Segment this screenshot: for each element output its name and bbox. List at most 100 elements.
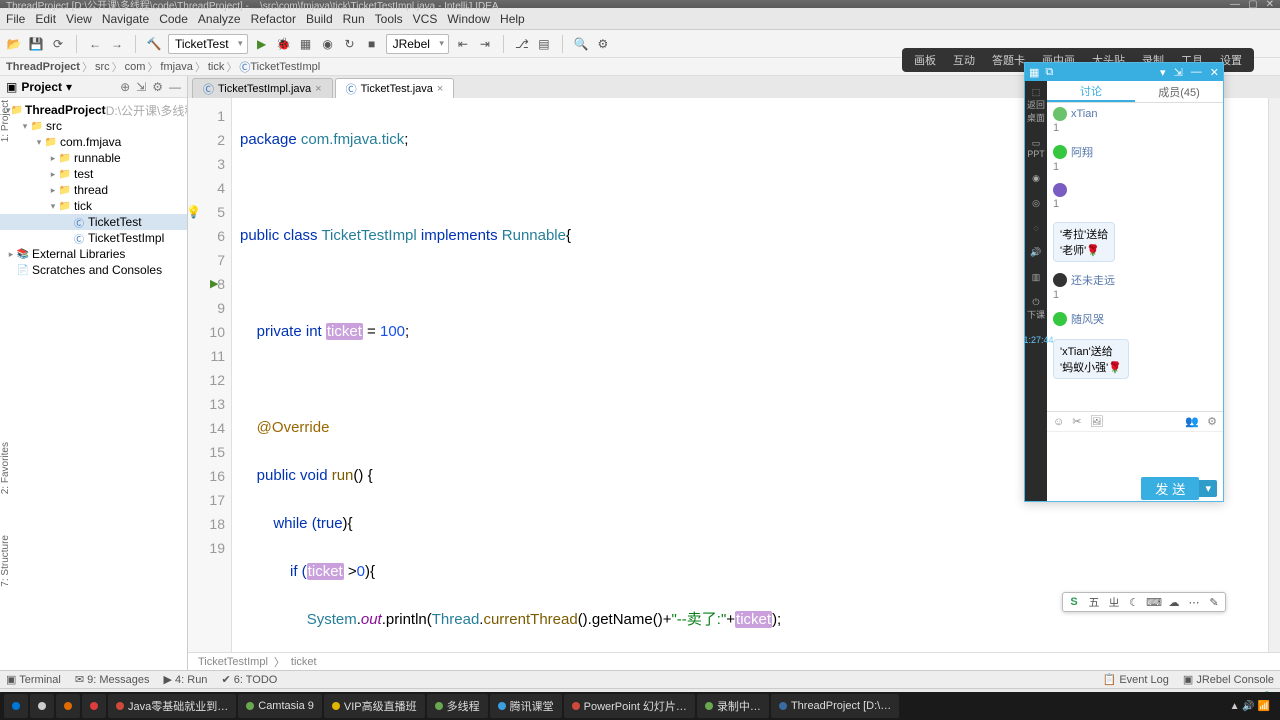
rerun-icon[interactable]: ↻ xyxy=(342,36,358,52)
crumb-4[interactable]: tick xyxy=(208,61,225,73)
tab-ticketTestImpl[interactable]: ⒸTicketTestImpl.java× xyxy=(192,78,333,98)
chat-pin-icon[interactable]: ⇲ xyxy=(1174,66,1183,79)
chat-gear-icon[interactable]: ⚙ xyxy=(1207,415,1217,428)
chat-min-icon[interactable]: ▾ xyxy=(1160,66,1166,79)
ime-moon-icon[interactable]: ☾ xyxy=(1127,595,1141,609)
target-icon[interactable]: ⊕ xyxy=(120,80,130,94)
tab-close-icon[interactable]: × xyxy=(315,83,321,95)
run-config-combo[interactable]: TicketTest xyxy=(168,34,248,54)
bt-terminal[interactable]: ▣ Terminal xyxy=(6,673,61,686)
project-tool-icon[interactable]: ▣ xyxy=(6,80,17,94)
cut-icon[interactable]: ✂ xyxy=(1072,415,1081,428)
chat-input[interactable] xyxy=(1047,431,1223,475)
mb-1[interactable]: 互动 xyxy=(945,49,983,71)
ime-kbd-icon[interactable]: ⌨ xyxy=(1147,595,1161,609)
chat-pop-icon[interactable]: ⧉ xyxy=(1045,66,1053,79)
collapse-icon[interactable]: ⇲ xyxy=(136,80,146,94)
menu-view[interactable]: View xyxy=(66,12,92,26)
taskbar-item[interactable]: 录制中… xyxy=(697,694,769,718)
save-icon[interactable]: 💾 xyxy=(28,36,44,52)
tree-row[interactable]: ▾📁ThreadProject D:\公开课\多线程\code xyxy=(0,102,187,118)
run-icon[interactable]: ▶ xyxy=(254,36,270,52)
ime-punc[interactable]: ㄓ xyxy=(1107,595,1121,609)
taskbar-item[interactable]: VIP高级直播班 xyxy=(324,694,425,718)
taskbar-item[interactable]: 多线程 xyxy=(427,694,488,718)
ime-cloud-icon[interactable]: ☁ xyxy=(1167,595,1181,609)
tree-row[interactable]: ▾📁tick xyxy=(0,198,187,214)
taskbar-item[interactable] xyxy=(56,694,80,718)
chat-messages[interactable]: xTian1阿翔11'考拉'送给'老师'🌹还未走远1随风哭'xTian'送给'蚂… xyxy=(1047,103,1223,411)
chat-tab-discuss[interactable]: 讨论 xyxy=(1047,81,1135,102)
chat-close-icon[interactable]: ✕ xyxy=(1210,66,1219,79)
sync-icon[interactable]: ⟳ xyxy=(50,36,66,52)
bt-messages[interactable]: ✉ 9: Messages xyxy=(75,673,150,686)
tree-row[interactable]: ▸📁test xyxy=(0,166,187,182)
menu-edit[interactable]: Edit xyxy=(35,12,56,26)
crumb-2[interactable]: com xyxy=(125,61,146,73)
menu-file[interactable]: File xyxy=(6,12,25,26)
taskbar-item[interactable]: ThreadProject [D:\… xyxy=(771,694,899,718)
forward-icon[interactable]: → xyxy=(109,36,125,52)
people-icon[interactable]: 👥 xyxy=(1185,415,1199,428)
maximize-icon[interactable]: ▢ xyxy=(1248,0,1257,10)
taskbar-item[interactable] xyxy=(30,694,54,718)
tree-row[interactable]: 📄Scratches and Consoles xyxy=(0,262,187,278)
image-icon[interactable]: 🖼 xyxy=(1089,415,1103,428)
struct-icon[interactable]: ▤ xyxy=(536,36,552,52)
ime-toolbar[interactable]: S 五 ㄓ ☾ ⌨ ☁ ⋯ ✎ xyxy=(1062,592,1226,612)
chat-rail-4[interactable]: ◎ xyxy=(1032,198,1040,209)
chat-tab-members[interactable]: 成员(45) xyxy=(1135,81,1223,102)
project-tree[interactable]: ▾📁ThreadProject D:\公开课\多线程\code▾📁src▾📁co… xyxy=(0,98,187,670)
emoji-icon[interactable]: ☺ xyxy=(1053,416,1064,428)
ime-pen-icon[interactable]: ✎ xyxy=(1207,595,1221,609)
gear-icon[interactable]: ⚙ xyxy=(152,80,163,94)
back-icon[interactable]: ← xyxy=(87,36,103,52)
find-icon[interactable]: 🔍 xyxy=(573,36,589,52)
jr1-icon[interactable]: ⇤ xyxy=(455,36,471,52)
editor-scrollbar[interactable] xyxy=(1268,98,1280,652)
crumb-3[interactable]: fmjava xyxy=(160,61,192,73)
ime-more-icon[interactable]: ⋯ xyxy=(1187,595,1201,609)
menu-refactor[interactable]: Refactor xyxy=(251,12,296,26)
tree-row[interactable]: ⒸTicketTestImpl xyxy=(0,230,187,246)
tree-row[interactable]: ▾📁com.fmjava xyxy=(0,134,187,150)
line-gutter[interactable]: 12345💡678▶910111213141516171819 xyxy=(188,98,232,652)
taskbar-item[interactable] xyxy=(82,694,106,718)
chat-rail-ppt[interactable]: ▭PPT xyxy=(1027,138,1045,159)
close-icon[interactable]: ✕ xyxy=(1266,0,1274,10)
rail-structure[interactable]: 7: Structure xyxy=(0,535,18,587)
bt-eventlog[interactable]: 📋 Event Log xyxy=(1103,673,1169,686)
tree-row[interactable]: ▸📁thread xyxy=(0,182,187,198)
bt-todo[interactable]: ✔ 6: TODO xyxy=(221,673,277,686)
crumb-5[interactable]: TicketTestImpl xyxy=(250,61,320,73)
menu-vcs[interactable]: VCS xyxy=(413,12,438,26)
send-dropdown[interactable]: ▾ xyxy=(1199,480,1217,497)
tree-row[interactable]: ⒸTicketTest xyxy=(0,214,187,230)
taskbar-item[interactable]: 腾讯课堂 xyxy=(490,694,562,718)
menu-build[interactable]: Build xyxy=(306,12,333,26)
settings-icon[interactable]: ⚙ xyxy=(595,36,611,52)
git-icon[interactable]: ⎇ xyxy=(514,36,530,52)
crumb-1[interactable]: src xyxy=(95,61,110,73)
system-tray[interactable]: ▲ 🔊 📶 xyxy=(1224,701,1276,712)
tab-close-icon[interactable]: × xyxy=(437,83,443,95)
menu-code[interactable]: Code xyxy=(159,12,188,26)
open-icon[interactable]: 📂 xyxy=(6,36,22,52)
profile-icon[interactable]: ◉ xyxy=(320,36,336,52)
menu-tools[interactable]: Tools xyxy=(375,12,403,26)
jrebel-combo[interactable]: JRebel xyxy=(386,34,449,54)
chat-rail-desktop[interactable]: ⬚返回桌面 xyxy=(1025,87,1047,124)
taskbar-item[interactable]: Camtasia 9 xyxy=(238,694,322,718)
taskbar-item[interactable] xyxy=(4,694,28,718)
coverage-icon[interactable]: ▦ xyxy=(298,36,314,52)
rail-favorites[interactable]: 2: Favorites xyxy=(0,442,18,494)
chat-rail-off[interactable]: ⏻下课 xyxy=(1027,297,1045,321)
debug-icon[interactable]: 🐞 xyxy=(276,36,292,52)
chat-rail-vol[interactable]: 🔊 xyxy=(1030,247,1041,258)
tree-row[interactable]: ▾📁src xyxy=(0,118,187,134)
chat-grid-icon[interactable]: ▦ xyxy=(1029,66,1039,79)
send-button[interactable]: 发 送 xyxy=(1141,477,1199,500)
crumb-0[interactable]: ThreadProject xyxy=(6,61,80,73)
chat-rail-5[interactable]: ◌ xyxy=(1033,223,1038,233)
chat-rail-stat[interactable]: ▥ xyxy=(1032,272,1041,283)
